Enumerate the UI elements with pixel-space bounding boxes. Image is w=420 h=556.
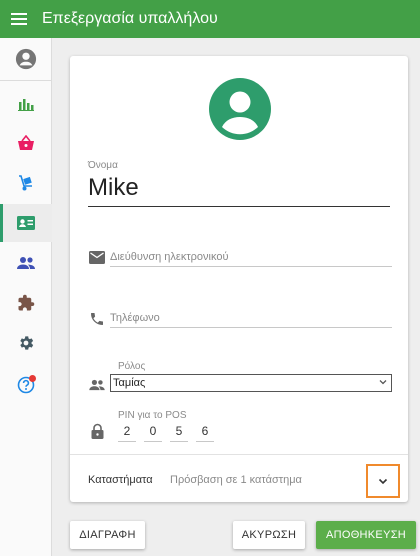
sidebar-item-reports[interactable] — [0, 84, 52, 122]
role-select[interactable]: Ταμίας — [110, 374, 392, 392]
sidebar-item-sales[interactable] — [0, 124, 52, 162]
hand-truck-icon — [19, 175, 32, 191]
notification-badge — [29, 375, 36, 382]
name-label: Όνομα — [88, 160, 118, 171]
lock-icon — [88, 422, 106, 440]
app-header: Επεξεργασία υπαλλήλου — [0, 0, 420, 38]
sidebar-item-account[interactable] — [0, 40, 52, 78]
email-placeholder: Διεύθυνση ηλεκτρονικού — [110, 251, 229, 263]
role-label: Ρόλος — [118, 361, 146, 372]
sidebar-item-inventory[interactable] — [0, 164, 52, 202]
phone-field[interactable]: Τηλέφωνο — [110, 308, 392, 328]
people-icon — [17, 257, 35, 269]
phone-icon — [88, 310, 106, 328]
people-icon — [88, 376, 106, 394]
shopping-basket-icon — [18, 135, 34, 150]
chevron-down-icon — [378, 478, 388, 485]
page-title: Επεξεργασία υπαλλήλου — [42, 10, 218, 27]
stores-label: Καταστήματα — [88, 474, 153, 486]
pin-digit-3[interactable]: 5 — [170, 422, 188, 442]
sidebar-item-help[interactable] — [0, 366, 52, 404]
account-avatar-icon[interactable] — [209, 78, 271, 140]
stores-expand-button[interactable] — [366, 464, 400, 498]
hamburger-menu-icon[interactable] — [0, 0, 38, 38]
sidebar — [0, 38, 52, 556]
pin-digit-4[interactable]: 6 — [196, 422, 214, 442]
pin-label: PIN για το POS — [118, 410, 187, 421]
pin-digit-1[interactable]: 2 — [118, 422, 136, 442]
email-icon — [88, 248, 106, 266]
name-field[interactable]: Mike — [88, 174, 139, 202]
sidebar-item-integrations[interactable] — [0, 284, 52, 322]
delete-button[interactable]: ΔΙΑΓΡΑΦΗ — [70, 521, 145, 549]
stores-value: Πρόσβαση σε 1 κατάστημα — [170, 474, 302, 486]
sidebar-item-settings[interactable] — [0, 324, 52, 362]
phone-placeholder: Τηλέφωνο — [110, 312, 160, 324]
employee-badge-icon — [17, 216, 35, 230]
employee-form-card: Όνομα Mike Διεύθυνση ηλεκτρονικού Τηλέφω… — [70, 56, 408, 502]
sidebar-item-customers[interactable] — [0, 244, 52, 282]
account-circle-icon — [15, 48, 37, 70]
settings-icon — [20, 336, 34, 350]
sidebar-item-employees[interactable] — [0, 204, 52, 242]
role-value: Ταμίας — [113, 377, 146, 389]
save-button[interactable]: ΑΠΟΘΗΚΕΥΣΗ — [316, 521, 416, 549]
pin-digit-2[interactable]: 0 — [144, 422, 162, 442]
bar-chart-icon — [18, 99, 34, 111]
cancel-button[interactable]: ΑΚΥΡΩΣΗ — [233, 521, 305, 549]
email-field[interactable]: Διεύθυνση ηλεκτρονικού — [110, 247, 392, 267]
chevron-down-icon — [378, 377, 388, 390]
puzzle-icon — [18, 294, 35, 311]
